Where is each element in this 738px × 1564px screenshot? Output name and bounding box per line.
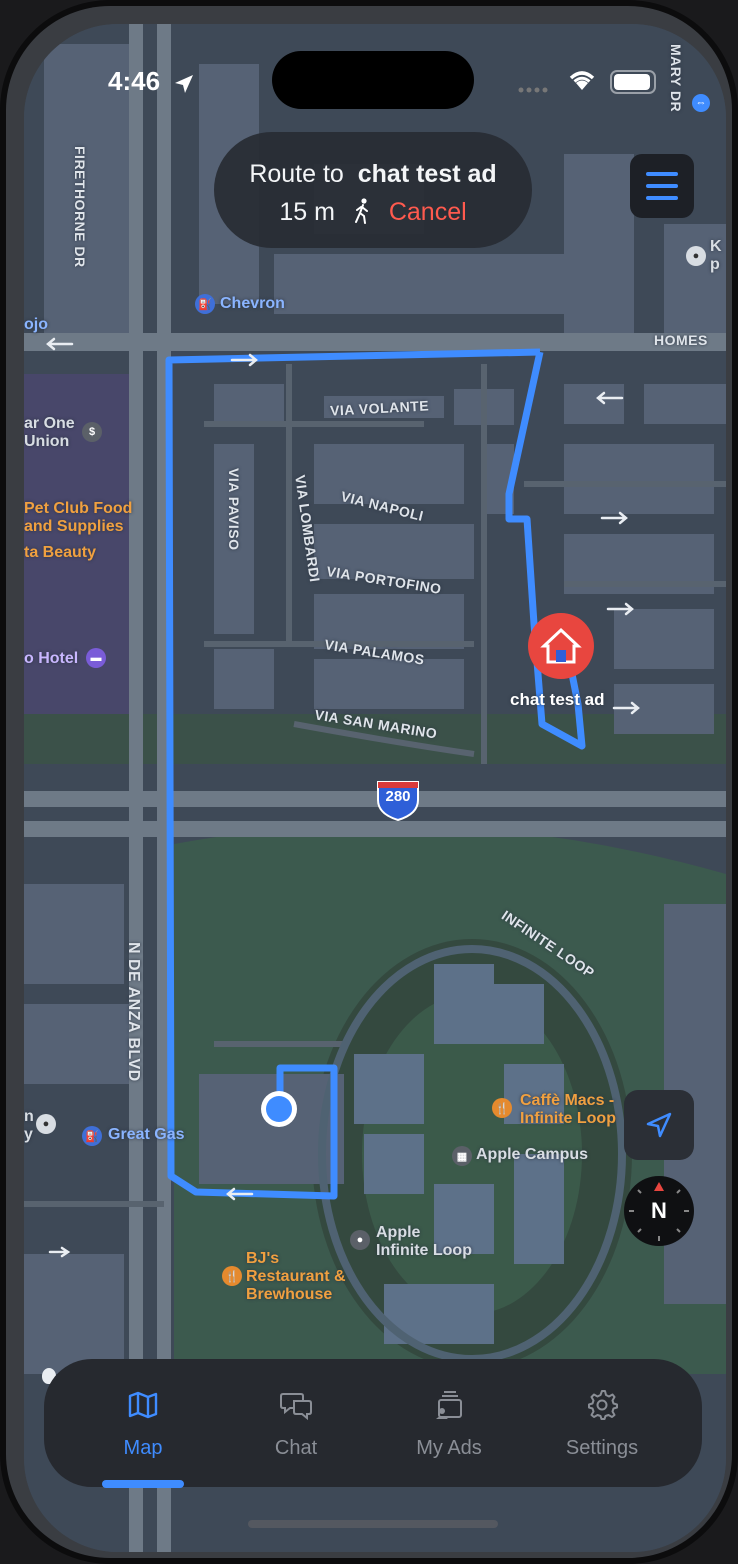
destination-label[interactable]: chat test ad (510, 690, 604, 710)
poi-ny-line2[interactable]: y (24, 1126, 33, 1144)
interstate-280-label: 280 (385, 788, 411, 805)
building-icon: ▦ (452, 1146, 472, 1166)
tab-settings[interactable]: Settings (527, 1359, 677, 1487)
poi-kp-line2[interactable]: p (710, 256, 720, 274)
tab-map-label: Map (123, 1437, 163, 1459)
street-firethorne: FIRETHORNE DR (72, 146, 88, 268)
place-icon-2: ● (36, 1114, 56, 1134)
tab-my-ads[interactable]: My Ads (374, 1359, 524, 1487)
menu-button[interactable] (630, 154, 694, 218)
poi-caffe-line1[interactable]: Caffè Macs - (520, 1092, 614, 1110)
tab-active-indicator (102, 1480, 184, 1488)
locate-me-button[interactable] (624, 1090, 694, 1160)
cellular-icon (518, 87, 548, 93)
map-canvas (24, 24, 726, 1552)
poi-apple-il-line2[interactable]: Infinite Loop (376, 1242, 472, 1260)
compass-button[interactable]: N (624, 1176, 694, 1246)
battery-icon (610, 70, 656, 94)
screen: FIRETHORNE DR VIA VOLANTE VIA PAVISO VIA… (24, 24, 726, 1552)
home-indicator[interactable] (248, 1520, 498, 1528)
street-via-paviso: VIA PAVISO (226, 468, 242, 551)
phone-frame: FIRETHORNE DR VIA VOLANTE VIA PAVISO VIA… (0, 0, 738, 1564)
poi-kp-line1[interactable]: K (710, 238, 722, 256)
map-icon (128, 1391, 158, 1419)
tab-chat-label: Chat (274, 1437, 318, 1459)
gym-icon: ⇔ (692, 94, 710, 112)
poi-bjs-line2[interactable]: Restaurant & (246, 1268, 346, 1286)
dynamic-island (272, 51, 474, 109)
status-time: 4:46 (108, 66, 161, 96)
poi-pet-club-line1[interactable]: Pet Club Food (24, 500, 132, 518)
hotel-icon: ▬ (86, 648, 106, 668)
gas-station-icon-2: ⛽ (82, 1126, 102, 1146)
poi-star-one-line2[interactable]: Union (24, 433, 69, 451)
poi-ny-line1[interactable]: n (24, 1108, 34, 1126)
tab-chat[interactable]: Chat (221, 1359, 371, 1487)
restaurant-icon: 🍴 (492, 1098, 512, 1118)
location-arrow-outline-icon (646, 1112, 672, 1138)
route-banner: Route to chat test ad 15 m Cancel (214, 132, 532, 248)
gas-station-icon: ⛽ (195, 294, 215, 314)
bank-icon: $ (82, 422, 102, 442)
poi-chevron[interactable]: Chevron (220, 295, 285, 313)
route-prefix: Route to (249, 160, 344, 188)
poi-hotel[interactable]: o Hotel (24, 650, 78, 668)
destination-pin[interactable] (528, 614, 594, 680)
street-mary-dr: MARY DR (668, 44, 684, 113)
poi-caffe-line2[interactable]: Infinite Loop (520, 1110, 616, 1128)
hamburger-icon (646, 172, 678, 176)
poi-beauty[interactable]: ta Beauty (24, 544, 96, 562)
restaurant-icon-2: 🍴 (222, 1266, 242, 1286)
poi-star-one-line1[interactable]: ar One (24, 415, 75, 433)
walking-icon (354, 198, 368, 224)
chat-icon (280, 1393, 312, 1421)
tab-bar: Map Chat My Ads Settings (44, 1359, 702, 1487)
phone-bezel: FIRETHORNE DR VIA VOLANTE VIA PAVISO VIA… (6, 6, 732, 1558)
location-arrow-icon (175, 75, 193, 93)
poi-ojo[interactable]: ojo (24, 316, 48, 334)
apple-store-icon: ● (350, 1230, 370, 1250)
route-details: 15 m Cancel (214, 198, 532, 227)
poi-apple-campus[interactable]: Apple Campus (476, 1146, 588, 1164)
wifi-icon (569, 71, 595, 90)
poi-bjs-line1[interactable]: BJ's (246, 1250, 279, 1268)
map-view[interactable]: FIRETHORNE DR VIA VOLANTE VIA PAVISO VIA… (24, 24, 726, 1552)
poi-pet-club-line2[interactable]: and Supplies (24, 518, 124, 536)
tab-map[interactable]: Map (68, 1359, 218, 1487)
place-icon: ● (686, 246, 706, 266)
route-distance: 15 m (279, 198, 335, 226)
gear-icon (588, 1390, 618, 1420)
route-destination: chat test ad (357, 160, 497, 188)
cancel-route-button[interactable]: Cancel (389, 198, 467, 226)
compass-north-label: N (651, 1198, 667, 1223)
my-ads-icon (436, 1391, 462, 1419)
user-location-dot (256, 1086, 302, 1132)
street-homes: HOMES (654, 332, 708, 348)
poi-bjs-line3[interactable]: Brewhouse (246, 1286, 332, 1304)
poi-great-gas[interactable]: Great Gas (108, 1126, 184, 1144)
route-title: Route to chat test ad (214, 160, 532, 189)
street-de-anza: N DE ANZA BLVD (125, 942, 142, 1082)
tab-my-ads-label: My Ads (416, 1437, 482, 1459)
tab-settings-label: Settings (565, 1437, 639, 1459)
poi-apple-il-line1[interactable]: Apple (376, 1224, 420, 1242)
